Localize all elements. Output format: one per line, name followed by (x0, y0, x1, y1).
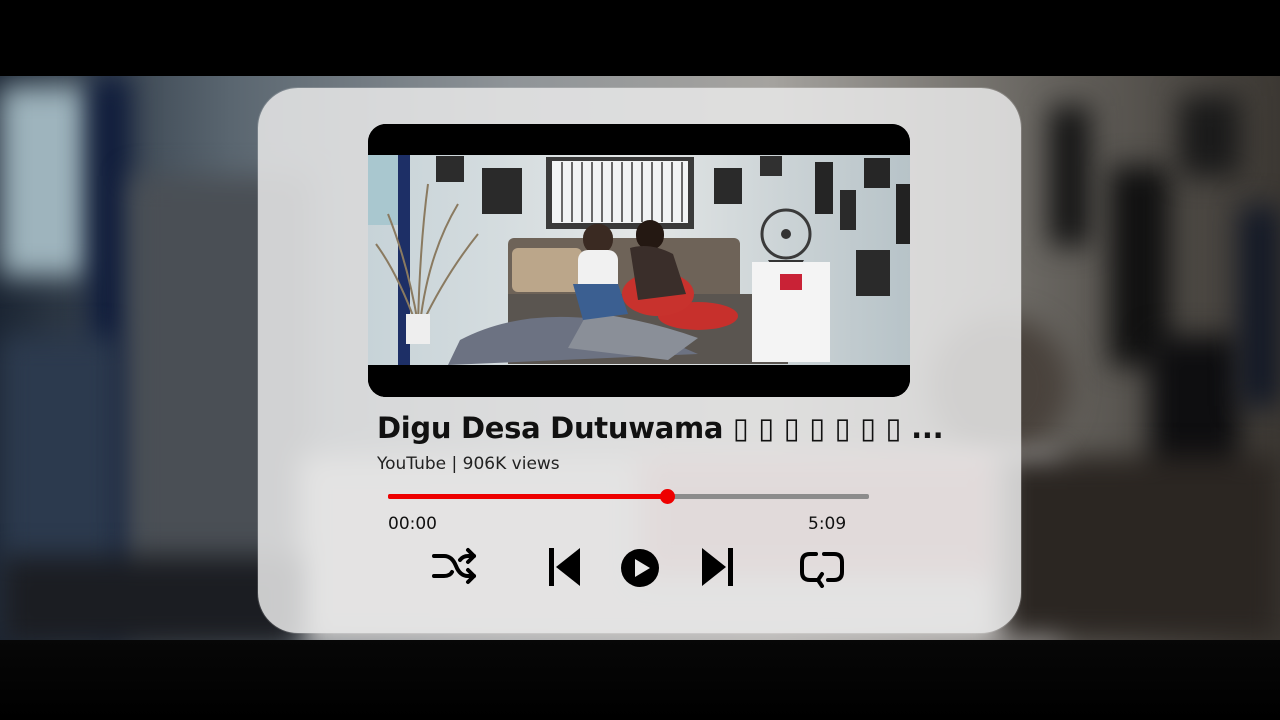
shuffle-icon (430, 544, 480, 590)
track-title: Digu Desa Dutuwama ▯ ▯ ▯ ▯ ▯ ▯ ▯ ... (377, 411, 944, 445)
repeat-button[interactable] (798, 548, 848, 588)
total-time: 5:09 (808, 514, 847, 534)
track-meta: YouTube | 906K views (377, 454, 560, 474)
music-player-screen: Digu Desa Dutuwama ▯ ▯ ▯ ▯ ▯ ▯ ▯ ... You… (0, 0, 1280, 720)
play-button[interactable] (620, 548, 660, 588)
progress-thumb[interactable] (660, 489, 675, 504)
previous-button[interactable] (546, 546, 582, 588)
play-icon (620, 548, 660, 588)
shuffle-button[interactable] (430, 544, 480, 590)
video-thumbnail[interactable] (368, 124, 910, 397)
skip-previous-icon (546, 546, 582, 588)
now-playing-card: Digu Desa Dutuwama ▯ ▯ ▯ ▯ ▯ ▯ ▯ ... You… (258, 88, 1021, 633)
letterbox-top (0, 0, 1280, 76)
skip-next-icon (700, 546, 736, 588)
current-time: 00:00 (388, 514, 437, 534)
progress-bar[interactable] (388, 489, 869, 504)
letterbox-bottom (0, 640, 1280, 720)
repeat-icon (798, 548, 848, 588)
progress-played (388, 494, 667, 499)
next-button[interactable] (700, 546, 736, 588)
